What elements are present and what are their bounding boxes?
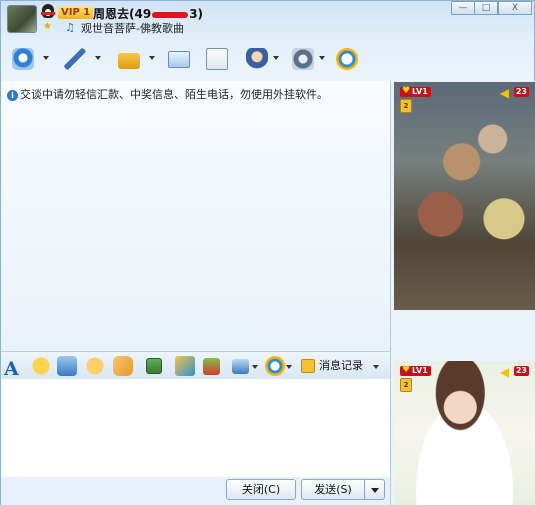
- font-button[interactable]: A: [1, 356, 21, 380]
- send-button[interactable]: 发送(S): [301, 479, 365, 500]
- volume-badge: 23: [513, 87, 529, 97]
- chevron-down-icon[interactable]: [319, 56, 325, 60]
- magic-emoji-button[interactable]: [57, 356, 77, 376]
- video-panel: LV1 ◀ 23 2 LV1 ◀ 23 2: [390, 81, 535, 505]
- warning-text: 交谈中请勿轻信汇款、中奖信息、陌生电话，勿使用外挂软件。: [20, 88, 328, 101]
- chevron-down-icon[interactable]: [273, 56, 279, 60]
- security-warning: i 交谈中请勿轻信汇款、中奖信息、陌生电话，勿使用外挂软件。: [7, 86, 328, 102]
- app-s-icon: [336, 48, 358, 70]
- contact-avatar[interactable]: [7, 5, 37, 33]
- officer-icon: [246, 48, 268, 70]
- font-icon: A: [4, 358, 19, 380]
- chevron-down-icon[interactable]: [43, 56, 49, 60]
- chevron-down-icon[interactable]: [252, 365, 258, 369]
- settings-button[interactable]: [289, 45, 315, 75]
- user-level-icon: 2: [400, 378, 412, 392]
- folder-send-icon: [118, 53, 140, 69]
- close-button[interactable]: 关闭(C): [226, 479, 296, 500]
- chevron-down-icon[interactable]: [286, 365, 292, 369]
- message-input[interactable]: [1, 379, 390, 477]
- music-button[interactable]: [175, 356, 195, 376]
- level-badge: LV1: [400, 365, 431, 376]
- input-toolbar: A 消息记录: [1, 351, 390, 379]
- webcam-icon: [12, 48, 34, 70]
- email-icon: [168, 51, 190, 68]
- penguin-scarf-decoration: [41, 12, 55, 15]
- send-options-button[interactable]: [365, 479, 385, 500]
- chat-history[interactable]: i 交谈中请勿轻信汇款、中奖信息、陌生电话，勿使用外挂软件。: [1, 81, 390, 351]
- app-s-button[interactable]: [265, 356, 285, 376]
- volume-icon[interactable]: ◀: [500, 86, 509, 100]
- volume-badge: 23: [513, 366, 529, 376]
- chevron-down-icon[interactable]: [149, 56, 155, 60]
- note-button[interactable]: [203, 45, 229, 75]
- note-add-icon: [206, 48, 228, 70]
- screenshot-button[interactable]: [232, 359, 249, 374]
- info-icon: i: [7, 90, 18, 101]
- button-bar: 关闭(C) 发送(S): [1, 477, 390, 505]
- vip-badge[interactable]: VIP 1: [58, 6, 94, 19]
- redaction-mark: [152, 11, 189, 18]
- chevron-down-icon[interactable]: [373, 365, 379, 369]
- user-level-icon: 2: [400, 99, 412, 113]
- local-video[interactable]: LV1 ◀ 23 2: [394, 361, 535, 505]
- message-record-label: 消息记录: [319, 359, 363, 372]
- chat-window: ★ VIP 1 周恩去(49 3) ♫ 观世音菩萨-佛教歌曲 — □ X i 交…: [0, 0, 535, 505]
- chevron-down-icon[interactable]: [95, 56, 101, 60]
- qq-penguin-icon: [42, 4, 54, 18]
- voice-button[interactable]: [61, 45, 87, 75]
- app-button[interactable]: [333, 45, 359, 75]
- volume-icon[interactable]: ◀: [500, 365, 509, 379]
- send-image-button[interactable]: [146, 358, 162, 374]
- webcam-button[interactable]: [9, 45, 35, 75]
- emoji-button[interactable]: [31, 356, 51, 376]
- close-window-button[interactable]: X: [498, 1, 532, 15]
- star-icon: ★: [43, 21, 52, 32]
- contact-name-start: 周恩去(49: [93, 7, 152, 21]
- remote-assist-button[interactable]: [243, 45, 269, 75]
- maximize-button[interactable]: □: [474, 1, 498, 15]
- hand-button[interactable]: [113, 356, 133, 376]
- gift-button[interactable]: [203, 358, 220, 375]
- title-bar: ★ VIP 1 周恩去(49 3) ♫ 观世音菩萨-佛教歌曲 — □ X: [1, 1, 534, 37]
- music-note-icon: ♫: [65, 21, 75, 34]
- main-toolbar: [1, 41, 386, 81]
- level-badge: LV1: [400, 86, 431, 97]
- message-record-button[interactable]: 消息记录: [301, 356, 363, 376]
- minimize-button[interactable]: —: [451, 1, 475, 15]
- send-mail-button[interactable]: [165, 45, 191, 75]
- settings-icon: [292, 48, 314, 70]
- send-file-button[interactable]: [115, 45, 141, 75]
- shake-button[interactable]: [85, 356, 105, 376]
- contact-signature: 观世音菩萨-佛教歌曲: [81, 22, 184, 35]
- remote-video[interactable]: LV1 ◀ 23 2: [394, 82, 535, 310]
- contact-name-end: 3): [189, 7, 204, 21]
- message-record-icon: [301, 359, 315, 373]
- microphone-icon: [64, 48, 86, 70]
